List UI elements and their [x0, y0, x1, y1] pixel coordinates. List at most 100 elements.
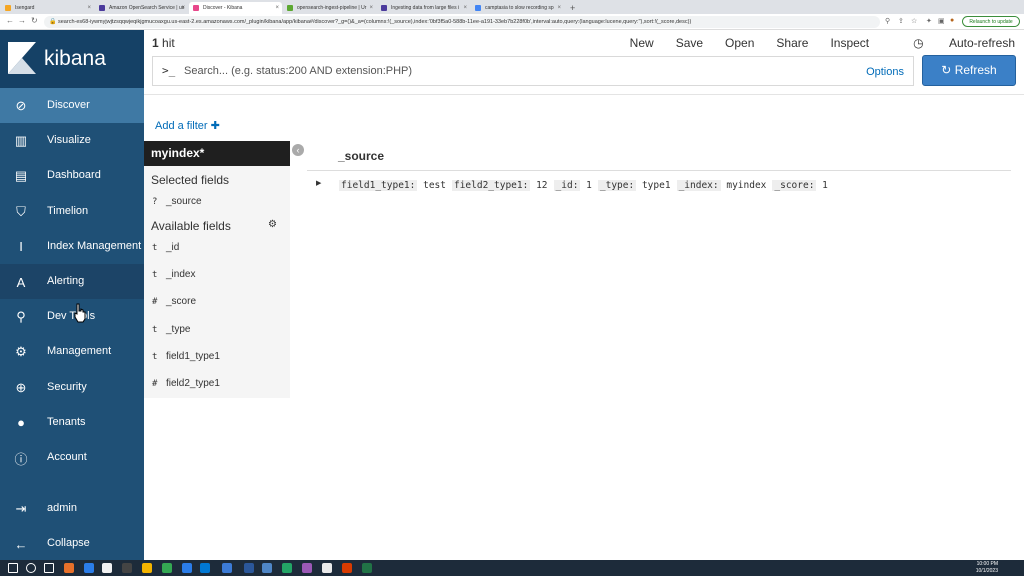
refresh-button[interactable]: ↻ Refresh — [922, 55, 1016, 86]
gear-icon[interactable]: ⚙ — [268, 219, 277, 230]
sidebar-item-dev-tools[interactable]: ⚲ Dev Tools — [0, 299, 144, 334]
available-field-item[interactable]: # _score — [152, 292, 288, 312]
sidebar-item-timelion[interactable]: ⛉ Timelion — [0, 194, 144, 229]
taskbar-app-icon[interactable] — [222, 563, 232, 573]
close-tab-icon[interactable]: × — [369, 2, 373, 14]
sidebar-item-admin[interactable]: ⇥ admin — [0, 491, 144, 526]
taskbar-app-icon[interactable] — [26, 563, 36, 573]
zoom-icon[interactable]: ⚲ — [885, 17, 890, 25]
taskbar-app-icon[interactable] — [244, 563, 254, 573]
source-field-key: field1_type1: — [339, 180, 418, 191]
close-tab-icon[interactable]: × — [181, 2, 185, 14]
wrench-icon: ⚲ — [16, 309, 26, 325]
available-field-item[interactable]: # field2_type1 — [152, 374, 288, 394]
browser-tab[interactable]: opensearch-ingest-pipeline | Ur × — [283, 2, 376, 14]
sidebar-item-security[interactable]: ⊕ Security — [0, 370, 144, 405]
index-pattern-selector[interactable]: myindex* — [144, 141, 290, 166]
menu-new[interactable]: New — [630, 36, 654, 50]
source-field-pair: _index: myindex — [676, 180, 766, 191]
taskbar-app-icon[interactable] — [342, 563, 352, 573]
source-field-value: 12 — [536, 180, 548, 191]
alerting-icon: A — [16, 274, 26, 290]
taskbar-app-icon[interactable] — [362, 563, 372, 573]
sidebar-item-management[interactable]: ⚙ Management — [0, 334, 144, 369]
reload-icon[interactable]: ↻ — [31, 16, 38, 25]
sidebar-item-visualize[interactable]: ▥ Visualize — [0, 123, 144, 158]
taskbar-app-icon[interactable] — [102, 563, 112, 573]
profile-avatar[interactable]: ● — [950, 17, 954, 24]
lock-icon: 🔒 — [49, 19, 57, 25]
source-field-pair: field1_type1: test — [339, 180, 446, 191]
add-filter-link[interactable]: Add a filter ✚ — [155, 119, 220, 132]
taskbar-app-icon[interactable] — [44, 563, 54, 573]
taskbar-app-icon[interactable] — [262, 563, 272, 573]
sidebar-item-alerting[interactable]: A Alerting — [0, 264, 144, 299]
taskbar-app-icon[interactable] — [84, 563, 94, 573]
available-field-item[interactable]: t _type — [152, 320, 288, 340]
browser-tab[interactable]: Discover - Kibana × — [189, 2, 282, 14]
url-field[interactable]: 🔒 search-es68-iywmyjwjtzsqqwjeqikjgmucoax… — [44, 16, 880, 28]
taskbar-app-icon[interactable] — [8, 563, 18, 573]
back-icon[interactable]: ← — [6, 16, 14, 25]
expand-row-icon[interactable]: ▶ — [316, 179, 321, 187]
selected-field-source[interactable]: ? _source — [152, 192, 288, 212]
browser-tab[interactable]: Ingesting data from large files i × — [377, 2, 470, 14]
kibana-logo[interactable]: kibana — [0, 30, 144, 88]
taskbar-app-icon[interactable] — [64, 563, 74, 573]
forward-icon[interactable]: → — [18, 16, 26, 25]
available-field-item[interactable]: t _index — [152, 265, 288, 285]
info-icon: ⓘ — [14, 451, 28, 467]
document-row[interactable]: field1_type1: test field2_type1: 12 _id: 1… — [339, 180, 834, 191]
sidebar-item-discover[interactable]: ⊘ Discover — [0, 88, 144, 123]
dashboard-icon: ▤ — [14, 168, 28, 184]
source-field-pair: _type: type1 — [597, 180, 671, 191]
close-tab-icon[interactable]: × — [275, 2, 279, 14]
menu-save[interactable]: Save — [676, 36, 703, 50]
source-field-key: _id: — [553, 180, 581, 191]
available-fields-title: Available fields — [151, 219, 231, 233]
taskbar-app-icon[interactable] — [322, 563, 332, 573]
menu-inspect[interactable]: Inspect — [830, 36, 869, 50]
browser-tab[interactable]: Isengard × — [1, 2, 94, 14]
browser-tab[interactable]: camptasia to slow recording sp × — [471, 2, 564, 14]
relaunch-button[interactable]: Relaunch to update — [962, 16, 1020, 27]
sidebar-item-dashboard[interactable]: ▤ Dashboard — [0, 158, 144, 193]
lock-icon: ⊕ — [15, 379, 27, 395]
taskbar-app-icon[interactable] — [302, 563, 312, 573]
menu-share[interactable]: Share — [776, 36, 808, 50]
sidebar-item-tenants[interactable]: ● Tenants — [0, 405, 144, 440]
close-tab-icon[interactable]: × — [87, 2, 91, 14]
taskbar-app-icon[interactable] — [142, 563, 152, 573]
star-icon[interactable]: ☆ — [911, 17, 917, 25]
table-divider — [307, 170, 1011, 171]
taskbar-app-icon[interactable] — [200, 563, 210, 573]
share-icon[interactable]: ⇪ — [898, 17, 904, 25]
browser-tab[interactable]: Amazon OpenSearch Service | us × — [95, 2, 188, 14]
query-prompt-icon: >_ — [162, 64, 176, 77]
sidebar-item-index-management[interactable]: I Index Management — [0, 229, 144, 264]
available-field-item[interactable]: t _id — [152, 238, 288, 258]
sidebar-item-collapse[interactable]: ← Collapse — [0, 526, 144, 561]
search-input[interactable]: >_ Search... (e.g. status:200 AND extens… — [152, 56, 914, 86]
favicon-icon — [5, 5, 11, 11]
sidebar-item-account[interactable]: ⓘ Account — [0, 440, 144, 475]
available-field-item[interactable]: t field1_type1 — [152, 347, 288, 367]
user-icon: ● — [17, 415, 25, 431]
auto-refresh-button[interactable]: ◷ Auto-refresh — [891, 36, 1015, 50]
browser-tab-bar: Isengard × Amazon OpenSearch Service | us ×… — [0, 0, 1024, 14]
sidebar-icon[interactable]: ▣ — [938, 17, 945, 25]
options-link[interactable]: Options — [866, 66, 904, 78]
taskbar-app-icon[interactable] — [182, 563, 192, 573]
extensions-icon[interactable]: ✦ — [926, 17, 932, 25]
taskbar-app-icon[interactable] — [282, 563, 292, 573]
favicon-icon — [381, 5, 387, 11]
close-tab-icon[interactable]: × — [557, 2, 561, 14]
refresh-icon: ↻ — [941, 63, 952, 77]
new-tab-button[interactable]: + — [570, 2, 575, 14]
taskbar-app-icon[interactable] — [162, 563, 172, 573]
menu-open[interactable]: Open — [725, 36, 754, 50]
taskbar-app-icon[interactable] — [122, 563, 132, 573]
collapse-sidebar-icon[interactable]: ‹ — [292, 144, 304, 156]
plus-icon: ✚ — [210, 120, 220, 132]
close-tab-icon[interactable]: × — [463, 2, 467, 14]
